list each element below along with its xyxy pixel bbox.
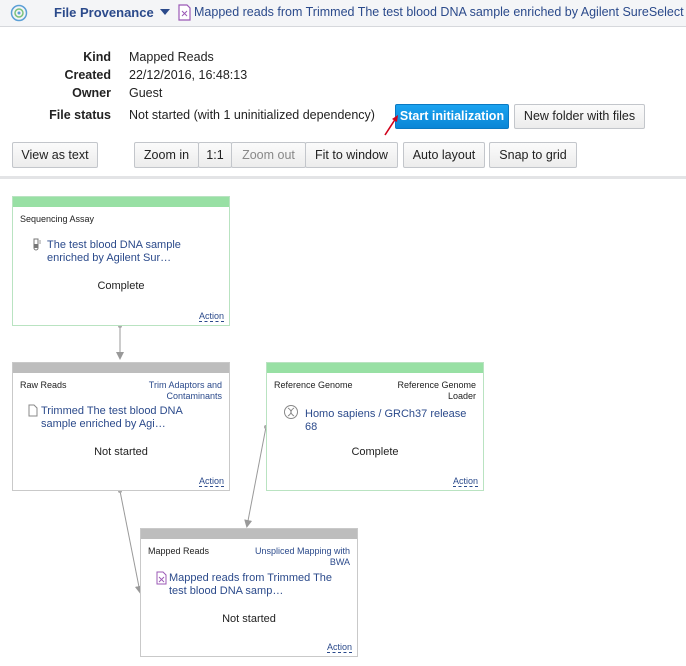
- node-action-link[interactable]: Action: [326, 642, 352, 653]
- edge-raw-to-mapped: [119, 490, 143, 594]
- node-action-link[interactable]: Action: [198, 311, 224, 322]
- test-tube-icon: [33, 238, 41, 251]
- genome-icon: [284, 405, 298, 419]
- node-file-link[interactable]: Mapped reads from Trimmed The test blood…: [169, 572, 334, 598]
- node-action-link[interactable]: Action: [452, 476, 478, 487]
- mapped-file-icon: [156, 571, 167, 585]
- node-reference-genome[interactable]: Reference Genome Reference Genome Loader…: [266, 362, 484, 491]
- node-sequencing-assay[interactable]: Sequencing Assay The test blood DNA samp…: [12, 196, 230, 326]
- node-status: Complete: [97, 280, 145, 292]
- document-icon: [28, 404, 38, 417]
- edge-reference-to-mapped: [244, 426, 267, 528]
- node-title: Mapped Reads: [148, 546, 210, 556]
- node-status-bar: [13, 197, 229, 207]
- node-status: Not started: [94, 446, 148, 458]
- node-title: Sequencing Assay: [20, 214, 95, 224]
- node-action-link[interactable]: Action: [198, 476, 224, 487]
- node-status-bar: [141, 529, 357, 539]
- node-file-link[interactable]: The test blood DNA sample enriched by Ag…: [47, 239, 197, 265]
- node-process-link[interactable]: Reference Genome Loader: [376, 380, 476, 402]
- node-status: Not started: [222, 613, 276, 625]
- node-title: Raw Reads: [20, 380, 67, 390]
- node-status: Complete: [351, 446, 399, 458]
- node-process-link[interactable]: Unspliced Mapping with BWA: [250, 546, 350, 568]
- node-file-link[interactable]: Homo sapiens / GRCh37 release 68: [305, 408, 480, 434]
- node-title: Reference Genome: [274, 380, 353, 390]
- node-status-bar: [267, 363, 483, 373]
- node-status-bar: [13, 363, 229, 373]
- node-raw-reads[interactable]: Raw Reads Trim Adaptors and Contaminants…: [12, 362, 230, 491]
- node-process-link[interactable]: Trim Adaptors and Contaminants: [122, 380, 222, 402]
- node-file-link[interactable]: Trimmed The test blood DNA sample enrich…: [41, 405, 191, 431]
- node-mapped-reads[interactable]: Mapped Reads Unspliced Mapping with BWA …: [140, 528, 358, 657]
